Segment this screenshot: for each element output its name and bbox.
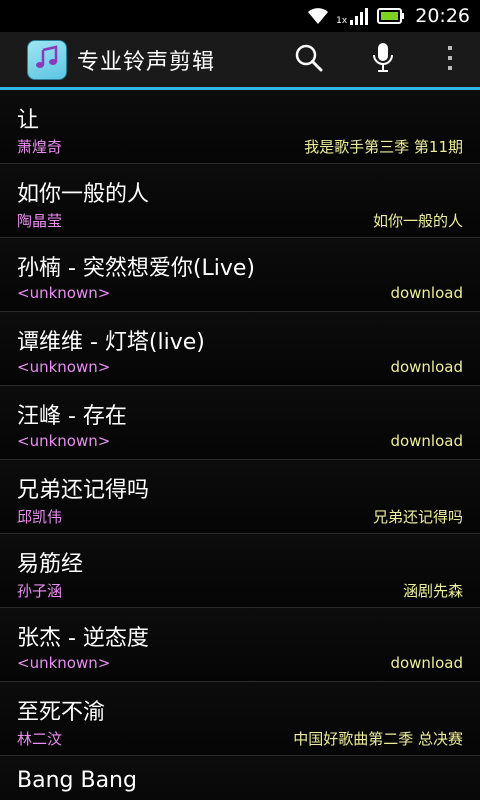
music-note-icon xyxy=(34,44,60,75)
overflow-menu-button[interactable] xyxy=(420,31,480,89)
network-type-label: 1x xyxy=(336,16,348,26)
signal-icon xyxy=(349,6,371,26)
song-album: 我是歌手第三季 第11期 xyxy=(304,138,463,156)
song-artist: <unknown> xyxy=(17,432,111,450)
song-title: 易筋经 xyxy=(17,552,84,577)
search-icon xyxy=(293,42,325,78)
song-artist: 陶晶莹 xyxy=(17,212,63,230)
voice-search-button[interactable] xyxy=(346,31,420,89)
song-artist: <unknown> xyxy=(17,654,111,672)
song-list: 让 萧煌奇 我是歌手第三季 第11期 如你一般的人 陶晶莹 如你一般的人 孙楠 … xyxy=(0,90,480,800)
action-bar: 专业铃声剪辑 xyxy=(0,32,480,90)
song-album: download xyxy=(390,358,463,376)
song-artist: <unknown> xyxy=(17,358,111,376)
wifi-icon xyxy=(306,6,330,26)
song-title: 谭维维 - 灯塔(live) xyxy=(17,330,205,355)
song-row[interactable]: 易筋经 孙子涵 涵剧先森 xyxy=(0,534,480,608)
status-bar: 1x 20:26 xyxy=(0,0,480,32)
app-icon[interactable] xyxy=(27,39,67,80)
song-row[interactable]: 至死不渝 林二汶 中国好歌曲第二季 总决赛 xyxy=(0,682,480,756)
song-artist: 林二汶 xyxy=(17,730,63,748)
song-title: 兄弟还记得吗 xyxy=(17,478,150,503)
song-artist: 邱凯伟 xyxy=(17,508,63,526)
song-album: 涵剧先森 xyxy=(402,582,463,600)
song-album: download xyxy=(390,284,463,302)
song-row[interactable]: 谭维维 - 灯塔(live) <unknown> download xyxy=(0,312,480,386)
song-row[interactable]: 孙楠 - 突然想爱你(Live) <unknown> download xyxy=(0,238,480,312)
song-row[interactable]: Bang Bang xyxy=(0,756,480,800)
song-title: 张杰 - 逆态度 xyxy=(17,626,149,651)
song-artist: 萧煌奇 xyxy=(17,138,63,156)
song-row[interactable]: 让 萧煌奇 我是歌手第三季 第11期 xyxy=(0,90,480,164)
song-title: 让 xyxy=(17,108,40,133)
song-title: 孙楠 - 突然想爱你(Live) xyxy=(17,256,256,281)
song-row[interactable]: 张杰 - 逆态度 <unknown> download xyxy=(0,608,480,682)
song-row[interactable]: 兄弟还记得吗 邱凯伟 兄弟还记得吗 xyxy=(0,460,480,534)
song-row[interactable]: 汪峰 - 存在 <unknown> download xyxy=(0,386,480,460)
song-title: 至死不渝 xyxy=(17,700,106,725)
song-album: 中国好歌曲第二季 总决赛 xyxy=(293,730,463,748)
song-artist: <unknown> xyxy=(17,284,111,302)
search-button[interactable] xyxy=(272,31,346,89)
song-title: 汪峰 - 存在 xyxy=(17,404,127,429)
clock: 20:26 xyxy=(415,5,470,27)
song-album: download xyxy=(390,432,463,450)
song-album: download xyxy=(390,654,463,672)
battery-icon xyxy=(377,7,405,25)
microphone-icon xyxy=(371,41,395,79)
song-title: 如你一般的人 xyxy=(17,182,150,207)
song-album: 如你一般的人 xyxy=(372,212,463,230)
song-artist: 孙子涵 xyxy=(17,582,63,600)
app-title: 专业铃声剪辑 xyxy=(77,49,216,75)
song-album: 兄弟还记得吗 xyxy=(372,508,463,526)
song-title: Bang Bang xyxy=(17,768,137,793)
song-row[interactable]: 如你一般的人 陶晶莹 如你一般的人 xyxy=(0,164,480,238)
overflow-menu-icon xyxy=(446,44,454,76)
